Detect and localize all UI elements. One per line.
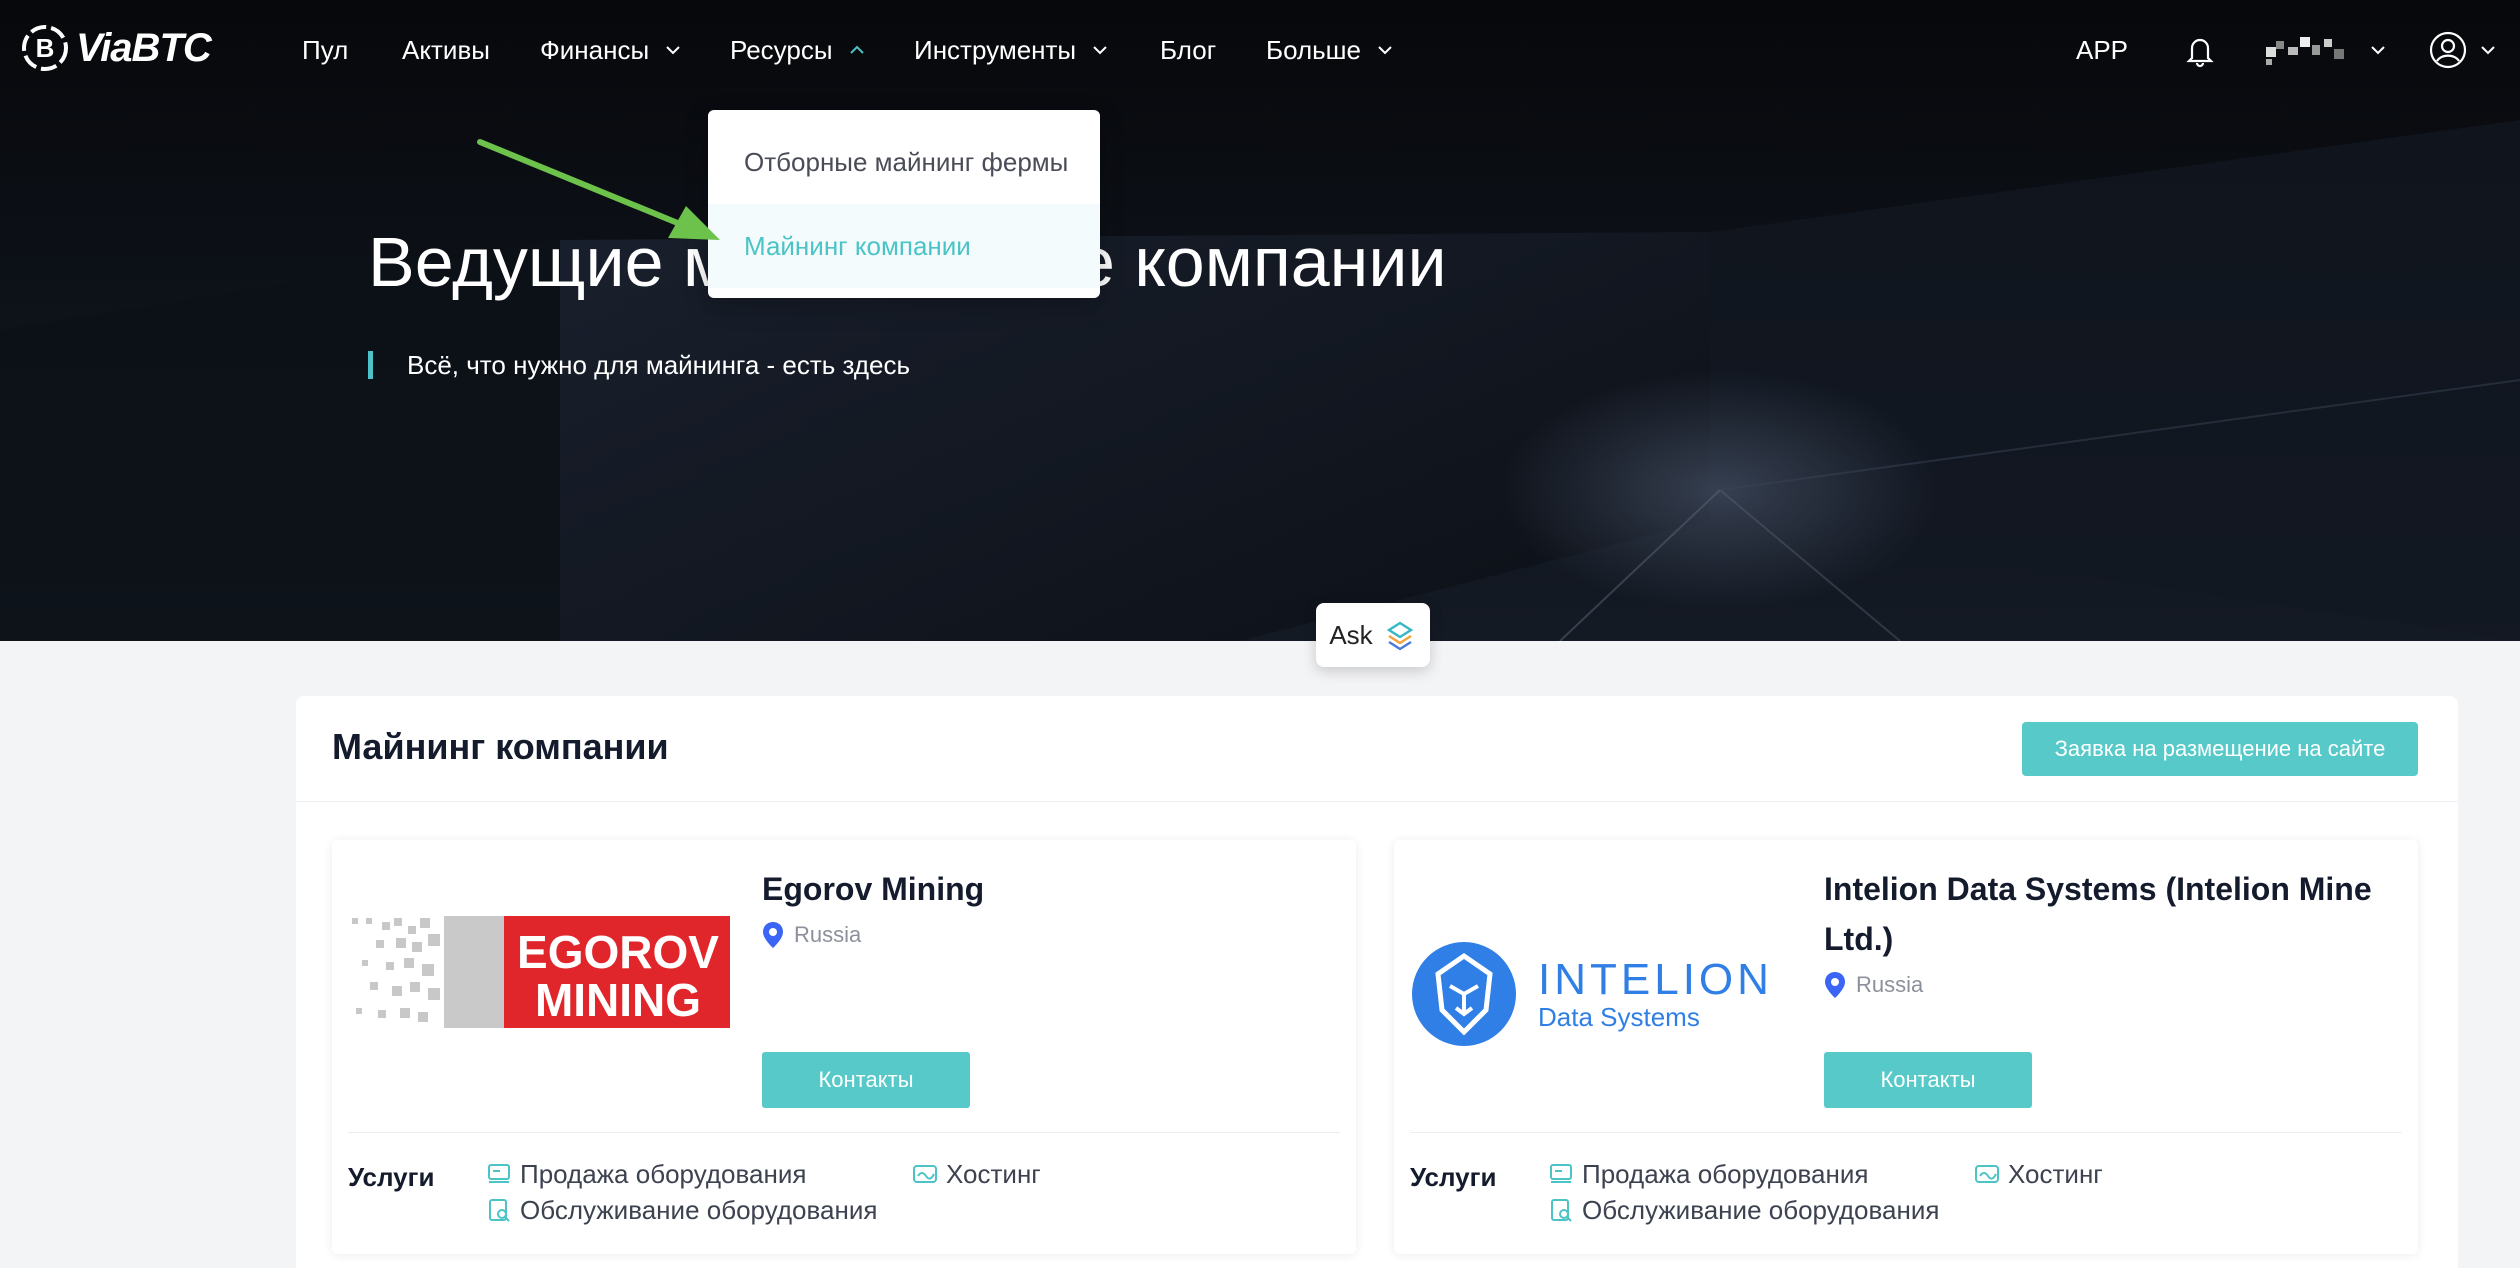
- nav-label: Больше: [1266, 34, 1361, 65]
- nav-label: Инструменты: [914, 34, 1077, 65]
- nav-label: Финансы: [540, 34, 650, 65]
- nav-label: Пул: [302, 34, 349, 65]
- nav-item-resources[interactable]: Ресурсы: [730, 30, 867, 70]
- chevron-down-icon: [2481, 46, 2495, 55]
- mining-companies-panel: Майнинг компании Заявка на размещение на…: [296, 696, 2458, 1268]
- service-text: Продажа оборудования: [1582, 1158, 1869, 1189]
- nav-item-finance[interactable]: Финансы: [540, 30, 683, 70]
- ask-label: Ask: [1329, 619, 1373, 650]
- equipment-sales-icon: [488, 1164, 510, 1183]
- service-hosting: Хостинг: [1974, 1158, 2103, 1190]
- company-name: Intelion Data Systems (Intelion Mine Ltd…: [1824, 871, 2372, 957]
- service-text: Хостинг: [2008, 1158, 2103, 1189]
- egorov-mining-logo: EGOROV MINING: [348, 902, 730, 1042]
- services-label: Услуги: [1410, 1162, 1497, 1192]
- maintenance-icon: [489, 1199, 510, 1222]
- location-text: Russia: [1856, 972, 1924, 997]
- card-divider: [348, 1132, 1340, 1133]
- nav-item-pool[interactable]: Пул: [302, 30, 348, 70]
- chevron-down-icon: [1093, 46, 1107, 55]
- user-avatar-icon: [2429, 31, 2467, 69]
- intelion-logo-line1: INTELION: [1538, 955, 1773, 1004]
- viabtc-logo[interactable]: B ViaBTC: [20, 20, 212, 76]
- avatar-pixelated-icon: [2266, 37, 2344, 65]
- brand-name: ViaBTC: [76, 25, 212, 70]
- hero-subtitle-text: Всё, что нужно для майнинга - есть здесь: [407, 349, 911, 380]
- service-equipment-sales: Продажа оборудования: [486, 1158, 806, 1190]
- company-name: Egorov Mining: [762, 871, 985, 907]
- contacts-button[interactable]: Контакты: [762, 1052, 970, 1108]
- services-label: Услуги: [348, 1162, 435, 1192]
- location-pin-icon: [763, 922, 783, 948]
- company-location: Russia: [1824, 970, 1923, 1000]
- intelion-logo-line2: Data Systems: [1538, 1002, 1700, 1032]
- svg-text:B: B: [36, 33, 55, 63]
- card-divider: [1410, 1132, 2402, 1133]
- location-text: Russia: [794, 922, 862, 947]
- hosting-icon: [1975, 1165, 1999, 1183]
- service-text: Хостинг: [946, 1158, 1041, 1189]
- service-text: Продажа оборудования: [520, 1158, 807, 1189]
- bell-icon: [2186, 38, 2214, 68]
- service-equipment-maintenance: Обслуживание оборудования: [486, 1194, 877, 1226]
- service-hosting: Хостинг: [912, 1158, 1041, 1190]
- resources-dropdown-menu: Отборные майнинг фермы Майнинг компании: [708, 110, 1100, 298]
- company-card-egorov: EGOROV MINING Egorov Mining Russia Конта…: [332, 840, 1356, 1254]
- intelion-logo: INTELION Data Systems: [1410, 924, 1792, 1064]
- section-title: Майнинг компании: [332, 726, 669, 767]
- notifications-button[interactable]: [2180, 26, 2220, 74]
- egorov-logo-line1: EGOROV: [517, 926, 719, 978]
- nav-item-tools[interactable]: Инструменты: [914, 30, 1110, 70]
- service-equipment-sales: Продажа оборудования: [1548, 1158, 1868, 1190]
- nav-label: Активы: [402, 34, 490, 65]
- user-menu-button[interactable]: [2428, 26, 2498, 74]
- equipment-sales-icon: [1550, 1164, 1572, 1183]
- account-switcher[interactable]: [2264, 26, 2388, 74]
- app-label: APP: [2076, 34, 2129, 65]
- nav-item-blog[interactable]: Блог: [1160, 30, 1216, 70]
- company-location: Russia: [762, 920, 861, 950]
- chevron-up-icon: [849, 45, 864, 54]
- menu-item-mining-companies[interactable]: Майнинг компании: [708, 204, 1100, 288]
- chevron-down-icon: [2371, 46, 2385, 55]
- nav-label: Блог: [1160, 34, 1217, 65]
- location-pin-icon: [1825, 972, 1845, 998]
- panel-header: Майнинг компании Заявка на размещение на…: [296, 696, 2458, 802]
- menu-item-mining-farms[interactable]: Отборные майнинг фермы: [708, 120, 1100, 204]
- contacts-button[interactable]: Контакты: [1824, 1052, 2032, 1108]
- hero-subtitle: Всё, что нужно для майнинга - есть здесь: [368, 350, 910, 380]
- company-card-intelion: INTELION Data Systems Intelion Data Syst…: [1394, 840, 2418, 1254]
- nav-label: Ресурсы: [730, 34, 833, 65]
- intelion-logo-icon: INTELION Data Systems: [1412, 942, 1773, 1046]
- bitcoin-logo-icon: B: [22, 25, 68, 71]
- app-download-link[interactable]: APP: [2076, 26, 2128, 74]
- accent-bar: [368, 351, 373, 379]
- top-navbar: B ViaBTC Пул Активы Финансы Ресурсы Инст…: [0, 0, 2520, 98]
- chevron-down-icon: [1378, 46, 1392, 55]
- nav-item-assets[interactable]: Активы: [402, 30, 490, 70]
- nav-item-more[interactable]: Больше: [1266, 30, 1395, 70]
- ask-ai-button[interactable]: Ask: [1316, 603, 1430, 667]
- ask-logo-icon: [1386, 621, 1413, 651]
- service-equipment-maintenance: Обслуживание оборудования: [1548, 1194, 1939, 1226]
- hosting-icon: [913, 1165, 937, 1183]
- service-text: Обслуживание оборудования: [520, 1194, 878, 1225]
- egorov-logo-icon: EGOROV MINING: [352, 916, 730, 1028]
- service-text: Обслуживание оборудования: [1582, 1194, 1940, 1225]
- apply-listing-button[interactable]: Заявка на размещение на сайте: [2022, 722, 2418, 776]
- chevron-down-icon: [666, 46, 680, 55]
- egorov-logo-line2: MINING: [535, 974, 701, 1026]
- maintenance-icon: [1551, 1199, 1572, 1222]
